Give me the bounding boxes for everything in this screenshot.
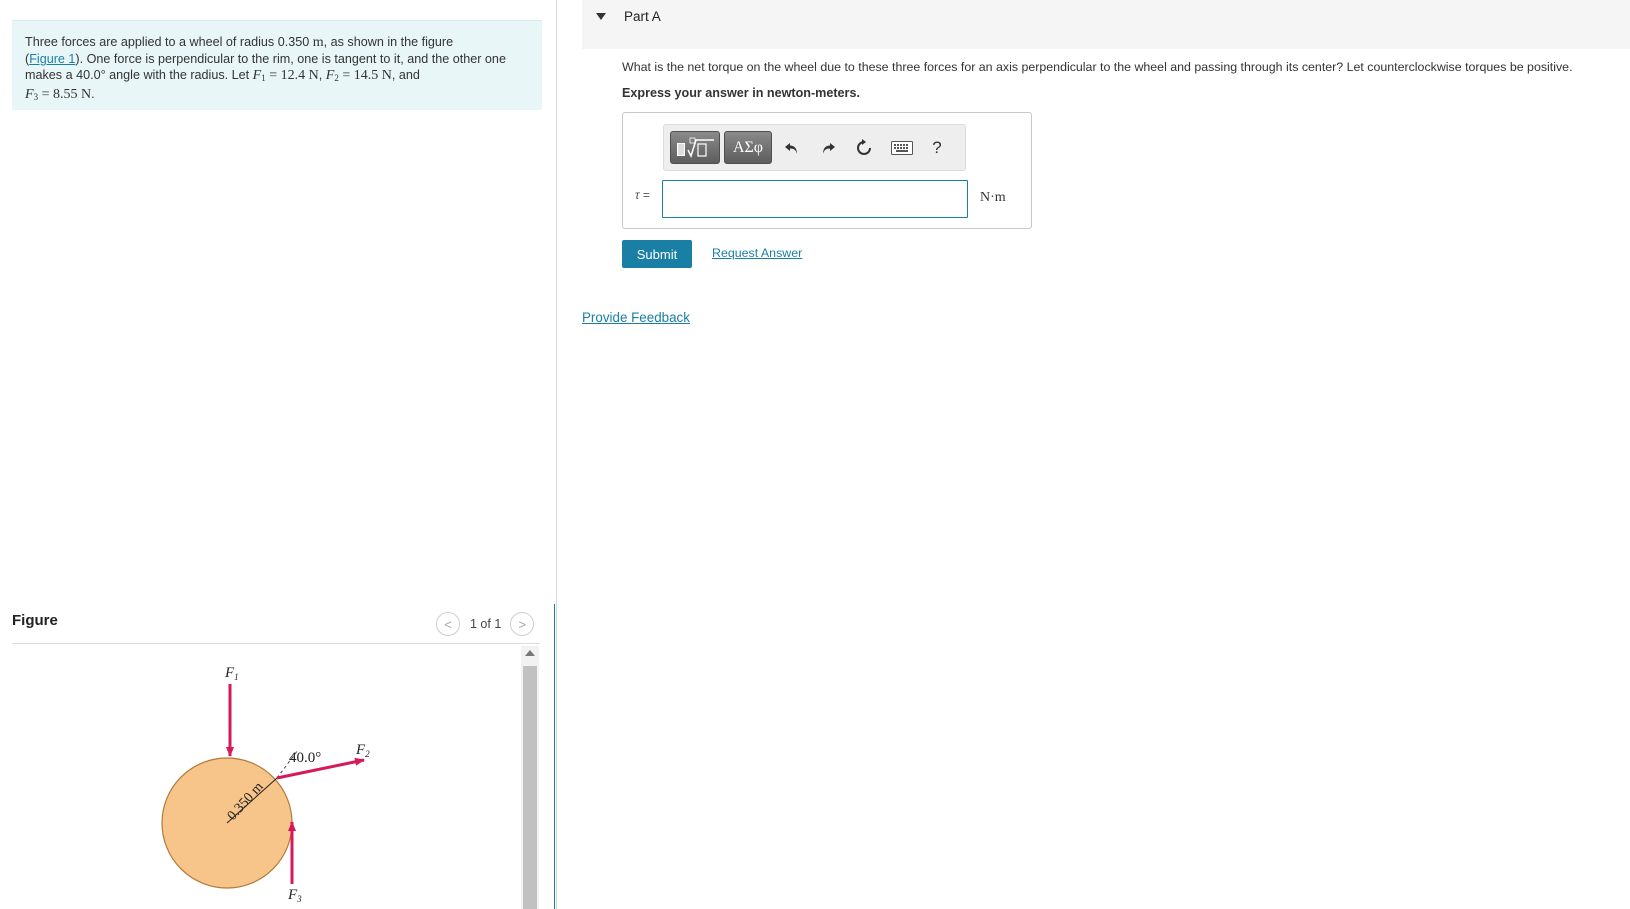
answer-variable-label: τ = xyxy=(635,188,650,202)
scroll-thumb[interactable] xyxy=(523,666,537,909)
figure-divider xyxy=(12,643,540,644)
request-answer-link[interactable]: Request Answer xyxy=(712,246,802,260)
problem-text: , as shown in the figure xyxy=(323,35,454,49)
next-figure-button[interactable]: > xyxy=(510,612,535,636)
prev-figure-button[interactable]: < xyxy=(436,612,460,636)
problem-statement: Three forces are applied to a wheel of r… xyxy=(12,20,542,110)
templates-button[interactable] xyxy=(670,131,720,164)
template-icon xyxy=(677,137,714,158)
f3-var: F3 = 8.55 N xyxy=(25,87,92,102)
keyboard-icon xyxy=(891,141,913,155)
part-title: Part A xyxy=(624,9,661,24)
answer-instruction: Express your answer in newton-meters. xyxy=(622,86,860,100)
caret-down-icon[interactable] xyxy=(596,13,606,20)
reset-button[interactable] xyxy=(852,134,876,162)
help-button[interactable]: ? xyxy=(927,134,947,162)
problem-text: ). One force is perpendicular to the rim… xyxy=(75,52,506,66)
torque-answer-input[interactable] xyxy=(662,180,968,218)
f3-label: F3 xyxy=(287,887,302,904)
reset-icon xyxy=(857,139,871,155)
figure-panel-accent xyxy=(554,604,555,909)
figure-pager: < 1 of 1 > xyxy=(436,612,535,636)
submit-button[interactable]: Submit xyxy=(622,240,692,268)
question-text: What is the net torque on the wheel due … xyxy=(622,60,1573,74)
wheel-figure: F1 F2 F3 40.0° 0.350 m xyxy=(161,665,370,904)
units-label: N·m xyxy=(980,190,1006,205)
part-a-header[interactable]: Part A xyxy=(582,0,1630,49)
undo-icon xyxy=(785,143,797,154)
figure-counter: 1 of 1 xyxy=(470,617,502,631)
figure-scrollbar[interactable] xyxy=(521,646,539,909)
figure-heading: Figure xyxy=(12,612,58,629)
left-panel: Three forces are applied to a wheel of r… xyxy=(0,0,556,909)
undo-button[interactable] xyxy=(780,134,804,162)
angle-label: 40.0° xyxy=(289,750,321,766)
redo-button[interactable] xyxy=(816,134,840,162)
problem-text: makes a 40.0° angle with the radius. Let xyxy=(25,68,253,82)
f1-label: F1 xyxy=(224,665,239,682)
answer-box: ΑΣφ ? τ = N·m xyxy=(622,112,1032,229)
f2-label: F2 xyxy=(355,742,370,759)
unit-m: m xyxy=(312,35,324,50)
symbols-button[interactable]: ΑΣφ xyxy=(724,131,772,164)
panel-separator xyxy=(556,0,557,909)
provide-feedback-link[interactable]: Provide Feedback xyxy=(582,310,690,325)
chevron-left-icon: < xyxy=(444,616,452,632)
chevron-right-icon: > xyxy=(518,616,527,632)
keyboard-button[interactable] xyxy=(889,134,915,162)
f2-var: F2 = 14.5 N xyxy=(325,68,392,83)
redo-icon xyxy=(823,143,835,154)
figure-link[interactable]: Figure 1 xyxy=(29,52,75,66)
math-toolbar: ΑΣφ ? xyxy=(663,124,966,171)
scroll-up-icon[interactable] xyxy=(525,650,535,656)
f1-var: F1 = 12.4 N xyxy=(252,68,319,83)
problem-text: Three forces are applied to a wheel of r… xyxy=(25,35,313,49)
